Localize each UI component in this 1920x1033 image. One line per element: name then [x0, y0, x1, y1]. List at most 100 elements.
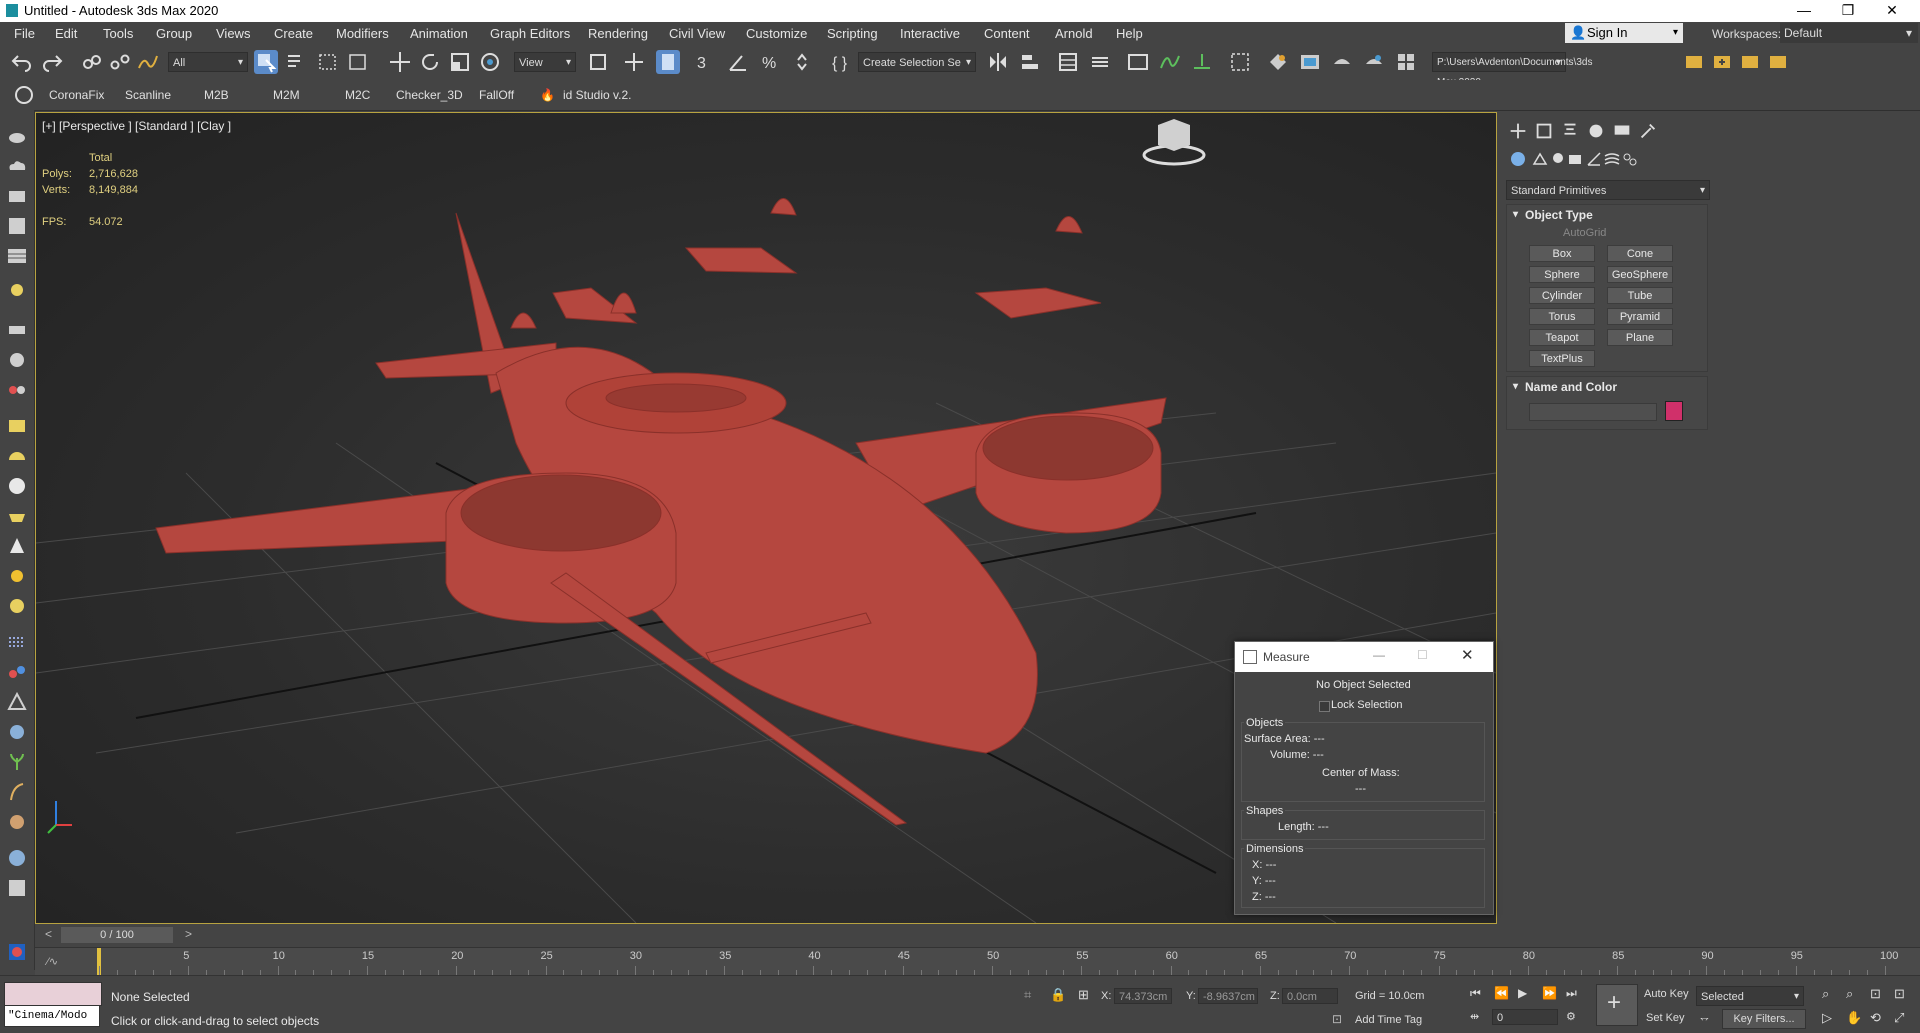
absolute-mode-icon[interactable]: ⊞ — [1078, 987, 1089, 1003]
grid-icon[interactable] — [5, 214, 29, 238]
menu-edit[interactable]: Edit — [55, 26, 77, 41]
viewcube-icon[interactable] — [1142, 119, 1206, 166]
go-to-end-icon[interactable]: ⏭ — [1566, 986, 1577, 1001]
render-setup-icon[interactable] — [1266, 50, 1290, 74]
maximize-button[interactable]: ❐ — [1826, 0, 1870, 22]
auto-key-button[interactable]: Auto Key — [1644, 988, 1689, 1000]
window-crossing-icon[interactable] — [346, 50, 370, 74]
orbit-icon[interactable]: ⟲ — [1870, 1010, 1881, 1026]
time-tag-icon[interactable]: ⊡ — [1332, 1012, 1342, 1026]
selection-filter-dropdown[interactable]: All — [168, 52, 248, 73]
lights-icon[interactable] — [1548, 150, 1568, 168]
menu-tools[interactable]: Tools — [103, 26, 133, 41]
systems-icon[interactable] — [1620, 150, 1640, 168]
render-in-cloud-icon[interactable] — [1362, 50, 1386, 74]
toolbar-m2b[interactable]: M2B — [204, 88, 229, 102]
render-production-icon[interactable] — [1330, 50, 1354, 74]
curve-editor-icon[interactable] — [1158, 50, 1182, 74]
key-filters-button[interactable]: Key Filters... — [1722, 1009, 1806, 1029]
measure-maximize-button[interactable]: ☐ — [1417, 648, 1428, 662]
hierarchy-tab-icon[interactable] — [1558, 120, 1584, 142]
next-frame-arrow-icon[interactable]: > — [185, 927, 192, 941]
menu-civil-view[interactable]: Civil View — [669, 26, 725, 41]
measure-close-button[interactable]: ✕ — [1461, 646, 1474, 664]
reference-coordinate-dropdown[interactable]: View — [514, 52, 576, 73]
motion-tab-icon[interactable] — [1584, 120, 1610, 142]
pan-view-icon[interactable]: ✋ — [1846, 1010, 1862, 1026]
select-object-icon[interactable] — [254, 50, 278, 74]
hair-icon[interactable] — [5, 780, 29, 804]
time-slider-thumb[interactable]: 0 / 100 — [61, 927, 173, 943]
particles-icon[interactable] — [5, 630, 29, 654]
new-project-icon[interactable] — [1710, 50, 1734, 74]
toolbar-scanline[interactable]: Scanline — [125, 88, 171, 102]
torus-button[interactable]: Torus — [1529, 308, 1595, 325]
sign-in-button[interactable]: 👤 Sign In ▾ — [1565, 23, 1683, 43]
shell-icon[interactable] — [5, 810, 29, 834]
menu-graph-editors[interactable]: Graph Editors — [490, 26, 570, 41]
sphere-light-icon[interactable] — [5, 594, 29, 618]
menu-modifiers[interactable]: Modifiers — [336, 26, 389, 41]
shapes-icon[interactable] — [1530, 150, 1550, 168]
rotate-icon[interactable] — [418, 50, 442, 74]
zoom-all-icon[interactable]: ⌕ — [1846, 986, 1853, 1002]
box-button[interactable]: Box — [1529, 245, 1595, 262]
menu-help[interactable]: Help — [1116, 26, 1143, 41]
percent-snap-icon[interactable]: % — [758, 50, 782, 74]
x-coord-field[interactable]: 74.373cm — [1114, 988, 1172, 1004]
corona-icon[interactable] — [12, 83, 36, 107]
maxscript-listener-input[interactable]: "Cinema/Modo — [4, 1005, 100, 1027]
next-key-icon[interactable]: ⏩ — [1542, 986, 1557, 1000]
measure-minimize-button[interactable]: — — [1373, 648, 1385, 662]
move-icon[interactable] — [388, 50, 412, 74]
project-folder-icon[interactable] — [1682, 50, 1706, 74]
snaps-toggle-icon[interactable]: 3 — [694, 50, 718, 74]
space-warps-icon[interactable] — [1602, 150, 1622, 168]
edit-named-selection-icon[interactable]: { } — [828, 50, 852, 74]
menu-animation[interactable]: Animation — [410, 26, 468, 41]
a360-gallery-icon[interactable] — [1394, 50, 1418, 74]
textplus-button[interactable]: TextPlus — [1529, 350, 1595, 367]
key-selection-dropdown[interactable]: Selected — [1696, 986, 1804, 1007]
scene-explorer-icon[interactable] — [1056, 50, 1080, 74]
menu-interactive[interactable]: Interactive — [900, 26, 960, 41]
autogrid-checkbox[interactable]: AutoGrid — [1563, 227, 1606, 239]
material-editor-icon[interactable] — [1228, 50, 1252, 74]
toolbar-studio[interactable]: id Studio v.2. — [563, 88, 633, 102]
set-project-icon[interactable] — [1738, 50, 1762, 74]
rectangular-selection-icon[interactable] — [316, 50, 340, 74]
gear-icon[interactable] — [5, 720, 29, 744]
fire-icon[interactable]: 🔥 — [540, 88, 555, 102]
keyboard-shortcut-override-icon[interactable] — [656, 50, 680, 74]
max-script-icon[interactable] — [5, 940, 29, 964]
menu-arnold[interactable]: Arnold — [1055, 26, 1093, 41]
go-to-start-icon[interactable]: ⏮ — [1470, 986, 1481, 1001]
teapot-icon[interactable] — [5, 124, 29, 148]
undo-icon[interactable] — [10, 50, 34, 74]
helpers-icon[interactable] — [1584, 150, 1604, 168]
time-configuration-icon[interactable]: ⚙ — [1566, 1010, 1576, 1023]
z-coord-field[interactable]: 0.0cm — [1282, 988, 1338, 1004]
add-time-tag[interactable]: Add Time Tag — [1355, 1014, 1422, 1026]
toolbar-m2m[interactable]: M2M — [273, 88, 300, 102]
cone-icon[interactable] — [5, 534, 29, 558]
pyramid-button[interactable]: Pyramid — [1607, 308, 1673, 325]
track-bar[interactable]: ⁄∿ 5 10 15 20 25 30 35 40 45 50 55 60 65 70 75 80 85 90 95… — [35, 947, 1920, 976]
minimize-button[interactable]: — — [1782, 0, 1826, 22]
selection-lock-icon[interactable]: 🔒 — [1050, 987, 1066, 1003]
menu-rendering[interactable]: Rendering — [588, 26, 648, 41]
pivot-center-icon[interactable] — [586, 50, 610, 74]
align-icon[interactable] — [1018, 50, 1042, 74]
modify-tab-icon[interactable] — [1532, 120, 1558, 142]
basket-icon[interactable] — [5, 504, 29, 528]
pyramid-icon[interactable] — [5, 690, 29, 714]
rendered-frame-window-icon[interactable] — [1298, 50, 1322, 74]
time-slider[interactable]: < 0 / 100 > — [35, 925, 1920, 947]
create-tab-icon[interactable] — [1506, 120, 1532, 142]
menu-scripting[interactable]: Scripting — [827, 26, 878, 41]
utilities-tab-icon[interactable] — [1636, 120, 1662, 142]
angle-snap-icon[interactable] — [726, 50, 750, 74]
cameras-icon[interactable] — [1566, 150, 1586, 168]
primitive-category-dropdown[interactable]: Standard Primitives — [1506, 180, 1710, 201]
menu-customize[interactable]: Customize — [746, 26, 807, 41]
